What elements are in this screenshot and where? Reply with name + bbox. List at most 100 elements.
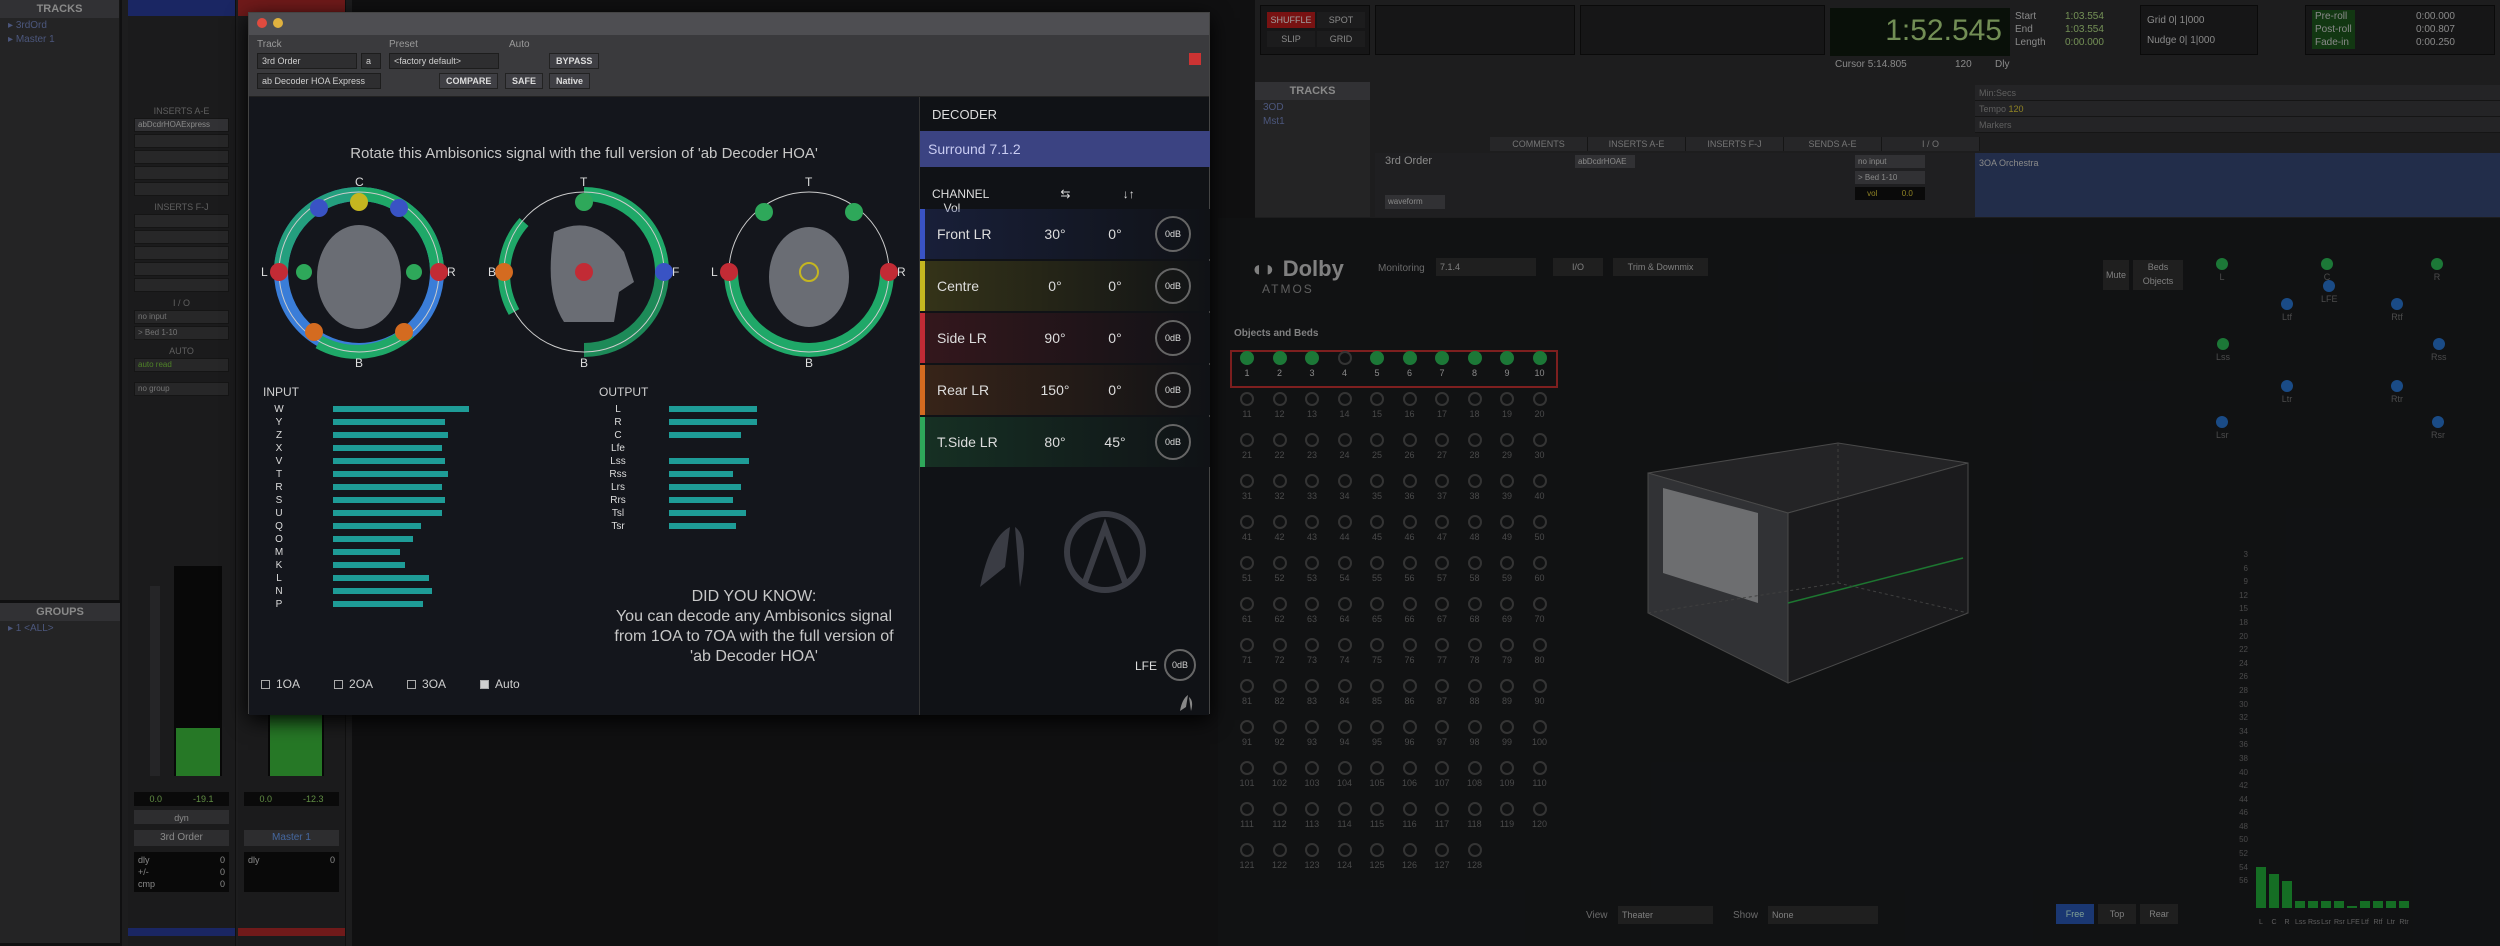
grid-readout[interactable]: Grid 0| 1|000	[2147, 14, 2204, 27]
object-30[interactable]: 30	[1525, 433, 1555, 471]
track-list-item[interactable]: ▸ 3rdOrd	[0, 18, 119, 32]
object-45[interactable]: 45	[1362, 515, 1392, 553]
object-7[interactable]: 7	[1427, 351, 1457, 389]
object-126[interactable]: 126	[1395, 843, 1425, 881]
object-52[interactable]: 52	[1265, 556, 1295, 594]
checkbox-icon[interactable]	[261, 680, 270, 690]
monitoring-selector[interactable]: 7.1.4	[1436, 258, 1536, 276]
object-109[interactable]: 109	[1492, 761, 1522, 799]
selection-values[interactable]: 1:03.554 1:03.554 0:00.000	[2065, 10, 2104, 49]
object-50[interactable]: 50	[1525, 515, 1555, 553]
object-10[interactable]: 10	[1525, 351, 1555, 389]
output-selector[interactable]: > Bed 1-10	[134, 326, 229, 340]
start-value[interactable]: 1:03.554	[2065, 10, 2104, 23]
order-option-1oa[interactable]: 1OA	[261, 677, 300, 691]
order-option-2oa[interactable]: 2OA	[334, 677, 373, 691]
safe-button[interactable]: SAFE	[505, 73, 544, 89]
object-55[interactable]: 55	[1362, 556, 1392, 594]
object-41[interactable]: 41	[1232, 515, 1262, 553]
ruler-markers[interactable]: Markers	[1975, 117, 2500, 133]
lfe-volume-knob[interactable]: 0dB	[1164, 649, 1196, 681]
object-115[interactable]: 115	[1362, 802, 1392, 840]
object-118[interactable]: 118	[1460, 802, 1490, 840]
object-122[interactable]: 122	[1265, 843, 1295, 881]
channel-elevation[interactable]: 0°	[1085, 382, 1145, 398]
zoom-tools-group[interactable]	[1375, 5, 1575, 55]
volume-fader[interactable]	[150, 586, 160, 776]
io-button[interactable]: I/O	[1553, 258, 1603, 276]
object-54[interactable]: 54	[1330, 556, 1360, 594]
object-121[interactable]: 121	[1232, 843, 1262, 881]
object-85[interactable]: 85	[1362, 679, 1392, 717]
head-side-view[interactable]: B F T B	[484, 172, 684, 372]
timeline-rulers[interactable]: Min:Secs Tempo 120 Markers	[1975, 85, 2500, 133]
object-63[interactable]: 63	[1297, 597, 1327, 635]
object-8[interactable]: 8	[1460, 351, 1490, 389]
object-25[interactable]: 25	[1362, 433, 1392, 471]
object-34[interactable]: 34	[1330, 474, 1360, 512]
edit-insert-slot[interactable]: abDcdrHOAE	[1575, 155, 1635, 168]
object-107[interactable]: 107	[1427, 761, 1457, 799]
record-enable-icon[interactable]	[1189, 53, 1201, 65]
object-88[interactable]: 88	[1460, 679, 1490, 717]
track-list-item[interactable]: ▸ Master 1	[0, 32, 119, 46]
object-62[interactable]: 62	[1265, 597, 1295, 635]
object-111[interactable]: 111	[1232, 802, 1262, 840]
input-selector[interactable]: no input	[134, 310, 229, 324]
object-127[interactable]: 127	[1427, 843, 1457, 881]
object-17[interactable]: 17	[1427, 392, 1457, 430]
object-123[interactable]: 123	[1297, 843, 1327, 881]
object-64[interactable]: 64	[1330, 597, 1360, 635]
channel-volume-knob[interactable]: 0dB	[1155, 372, 1191, 408]
object-20[interactable]: 20	[1525, 392, 1555, 430]
show-selector[interactable]: None	[1768, 906, 1878, 924]
insert-slot-b[interactable]	[134, 134, 229, 148]
edit-volume-readout[interactable]: vol 0.0	[1855, 187, 1925, 200]
edit-input-selector[interactable]: no input	[1855, 155, 1925, 168]
ruler-tempo[interactable]: Tempo 120	[1975, 101, 2500, 117]
object-23[interactable]: 23	[1297, 433, 1327, 471]
edit-track-name[interactable]: 3rd Order	[1385, 155, 1432, 167]
object-105[interactable]: 105	[1362, 761, 1392, 799]
object-65[interactable]: 65	[1362, 597, 1392, 635]
order-option-3oa[interactable]: 3OA	[407, 677, 446, 691]
object-60[interactable]: 60	[1525, 556, 1555, 594]
object-82[interactable]: 82	[1265, 679, 1295, 717]
checkbox-icon[interactable]	[480, 680, 490, 690]
ruler-min-secs[interactable]: Min:Secs	[1975, 85, 2500, 101]
mute-button[interactable]: Mute	[2103, 260, 2129, 290]
edit-tools-group[interactable]	[1580, 5, 1825, 55]
object-87[interactable]: 87	[1427, 679, 1457, 717]
track-suffix[interactable]: a	[361, 53, 381, 69]
object-49[interactable]: 49	[1492, 515, 1522, 553]
object-74[interactable]: 74	[1330, 638, 1360, 676]
end-value[interactable]: 1:03.554	[2065, 23, 2104, 36]
object-89[interactable]: 89	[1492, 679, 1522, 717]
object-102[interactable]: 102	[1265, 761, 1295, 799]
object-101[interactable]: 101	[1232, 761, 1262, 799]
grid-button[interactable]: GRID	[1317, 31, 1365, 47]
beds-objects-toggle[interactable]: Beds Objects	[2133, 260, 2183, 290]
plugin-titlebar[interactable]	[249, 13, 1209, 35]
object-44[interactable]: 44	[1330, 515, 1360, 553]
object-93[interactable]: 93	[1297, 720, 1327, 758]
object-91[interactable]: 91	[1232, 720, 1262, 758]
object-84[interactable]: 84	[1330, 679, 1360, 717]
view-free-button[interactable]: Free	[2056, 904, 2094, 924]
object-14[interactable]: 14	[1330, 392, 1360, 430]
object-117[interactable]: 117	[1427, 802, 1457, 840]
object-46[interactable]: 46	[1395, 515, 1425, 553]
object-103[interactable]: 103	[1297, 761, 1327, 799]
insert-slot-i[interactable]	[134, 262, 229, 276]
view-top-button[interactable]: Top	[2098, 904, 2136, 924]
object-68[interactable]: 68	[1460, 597, 1490, 635]
object-83[interactable]: 83	[1297, 679, 1327, 717]
object-70[interactable]: 70	[1525, 597, 1555, 635]
channel-volume-knob[interactable]: 0dB	[1155, 216, 1191, 252]
track-selector[interactable]: 3rd Order	[257, 53, 357, 69]
object-98[interactable]: 98	[1460, 720, 1490, 758]
view-rear-button[interactable]: Rear	[2140, 904, 2178, 924]
object-77[interactable]: 77	[1427, 638, 1457, 676]
object-19[interactable]: 19	[1492, 392, 1522, 430]
decoder-channel-row[interactable]: T.Side LR 80° 45° 0dB	[920, 417, 1210, 467]
